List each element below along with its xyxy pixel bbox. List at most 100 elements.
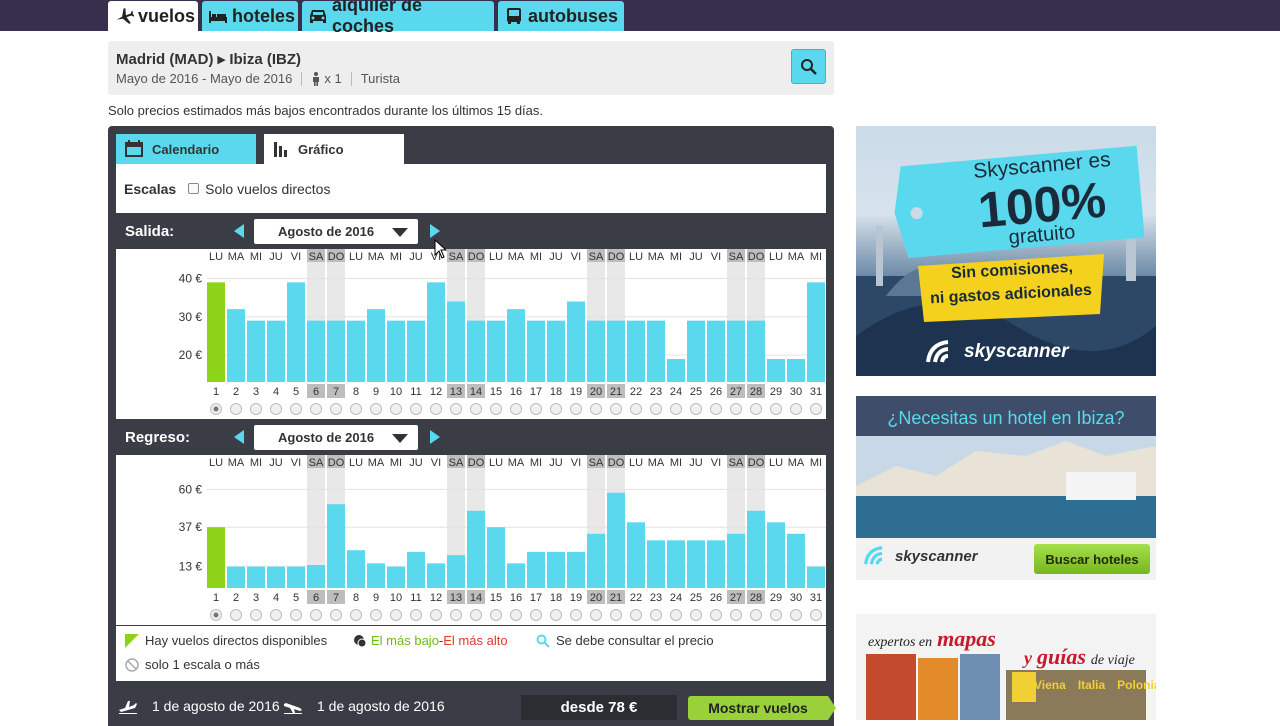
ad-maps-guides[interactable]: expertos en mapas y guías de viaje Viena… bbox=[856, 614, 1156, 720]
search-button[interactable] bbox=[791, 49, 826, 84]
day-radio[interactable] bbox=[790, 609, 802, 621]
regreso-price-bar[interactable] bbox=[787, 533, 805, 588]
salida-month-select[interactable]: Agosto de 2016 bbox=[254, 218, 418, 244]
regreso-price-bar[interactable] bbox=[487, 527, 505, 588]
salida-next-month-icon[interactable] bbox=[430, 224, 440, 238]
salida-price-bar[interactable] bbox=[347, 320, 365, 382]
salida-price-bar[interactable] bbox=[327, 320, 345, 382]
salida-price-bar[interactable] bbox=[607, 320, 625, 382]
day-radio[interactable] bbox=[630, 403, 642, 415]
regreso-price-bar[interactable] bbox=[807, 566, 825, 588]
regreso-price-bar[interactable] bbox=[387, 566, 405, 588]
day-radio[interactable] bbox=[590, 609, 602, 621]
day-radio[interactable] bbox=[330, 403, 342, 415]
tab-vuelos[interactable]: vuelos bbox=[108, 1, 198, 31]
day-radio[interactable] bbox=[710, 609, 722, 621]
regreso-price-bar[interactable] bbox=[367, 563, 385, 588]
salida-price-bar[interactable] bbox=[227, 309, 245, 382]
day-radio[interactable] bbox=[770, 609, 782, 621]
salida-price-bar[interactable] bbox=[267, 320, 285, 382]
salida-price-bar[interactable] bbox=[207, 282, 225, 382]
regreso-price-bar[interactable] bbox=[527, 551, 545, 588]
regreso-price-bar[interactable] bbox=[327, 504, 345, 588]
direct-only-checkbox[interactable] bbox=[188, 183, 200, 194]
day-radio[interactable] bbox=[330, 609, 342, 621]
day-radio[interactable] bbox=[570, 403, 582, 415]
day-radio[interactable] bbox=[670, 609, 682, 621]
salida-price-bar[interactable] bbox=[427, 282, 445, 382]
regreso-price-bar[interactable] bbox=[547, 551, 565, 588]
day-radio[interactable] bbox=[470, 609, 482, 621]
tab-autobuses[interactable]: autobuses bbox=[498, 1, 624, 31]
day-radio[interactable] bbox=[770, 403, 782, 415]
salida-price-bar[interactable] bbox=[367, 309, 385, 382]
day-radio[interactable] bbox=[550, 609, 562, 621]
salida-price-bar[interactable] bbox=[687, 320, 705, 382]
regreso-price-bar[interactable] bbox=[727, 533, 745, 588]
day-radio[interactable] bbox=[290, 403, 302, 415]
salida-price-bar[interactable] bbox=[627, 320, 645, 382]
salida-price-bar[interactable] bbox=[707, 320, 725, 382]
day-radio[interactable] bbox=[530, 609, 542, 621]
salida-price-bar[interactable] bbox=[567, 301, 585, 383]
regreso-price-bar[interactable] bbox=[307, 565, 325, 588]
day-radio[interactable] bbox=[390, 609, 402, 621]
regreso-price-bar[interactable] bbox=[267, 566, 285, 588]
day-radio[interactable] bbox=[430, 609, 442, 621]
day-radio[interactable] bbox=[630, 609, 642, 621]
salida-price-bar[interactable] bbox=[527, 320, 545, 382]
day-radio[interactable] bbox=[610, 403, 622, 415]
regreso-month-select[interactable]: Agosto de 2016 bbox=[254, 424, 418, 450]
salida-price-bar[interactable] bbox=[807, 282, 825, 382]
day-radio[interactable] bbox=[290, 609, 302, 621]
day-radio[interactable] bbox=[350, 609, 362, 621]
salida-price-bar[interactable] bbox=[487, 320, 505, 382]
day-radio[interactable] bbox=[730, 609, 742, 621]
regreso-price-bar[interactable] bbox=[227, 566, 245, 588]
regreso-price-bar[interactable] bbox=[427, 563, 445, 588]
regreso-price-bar[interactable] bbox=[747, 510, 765, 588]
day-radio[interactable] bbox=[610, 609, 622, 621]
salida-price-bar[interactable] bbox=[307, 320, 325, 382]
show-flights-button[interactable]: Mostrar vuelos bbox=[688, 696, 836, 720]
regreso-price-bar[interactable] bbox=[347, 550, 365, 588]
regreso-price-bar[interactable] bbox=[687, 540, 705, 588]
tab-grafico[interactable]: Gráfico bbox=[264, 134, 404, 164]
search-hotels-button[interactable]: Buscar hoteles bbox=[1034, 544, 1150, 574]
day-radio[interactable] bbox=[350, 403, 362, 415]
regreso-price-bar[interactable] bbox=[447, 555, 465, 588]
day-radio[interactable] bbox=[530, 403, 542, 415]
day-radio[interactable] bbox=[510, 609, 522, 621]
day-radio[interactable] bbox=[730, 403, 742, 415]
day-radio[interactable] bbox=[230, 403, 242, 415]
day-radio[interactable] bbox=[310, 403, 322, 415]
day-radio[interactable] bbox=[550, 403, 562, 415]
day-radio[interactable] bbox=[390, 403, 402, 415]
day-radio[interactable] bbox=[590, 403, 602, 415]
day-radio[interactable] bbox=[690, 403, 702, 415]
regreso-price-bar[interactable] bbox=[707, 540, 725, 588]
regreso-price-bar[interactable] bbox=[647, 540, 665, 588]
day-radio[interactable] bbox=[810, 403, 822, 415]
day-radio[interactable] bbox=[570, 609, 582, 621]
regreso-prev-month-icon[interactable] bbox=[234, 430, 244, 444]
regreso-price-bar[interactable] bbox=[587, 533, 605, 588]
day-radio[interactable] bbox=[410, 609, 422, 621]
ad-skyscanner-free[interactable]: Skyscanner es 100% gratuito Sin comision… bbox=[856, 126, 1156, 376]
salida-price-bar[interactable] bbox=[447, 301, 465, 383]
day-radio[interactable] bbox=[370, 609, 382, 621]
day-radio[interactable] bbox=[490, 609, 502, 621]
salida-price-bar[interactable] bbox=[507, 309, 525, 382]
day-radio[interactable] bbox=[810, 609, 822, 621]
day-radio[interactable] bbox=[470, 403, 482, 415]
day-radio[interactable] bbox=[230, 609, 242, 621]
salida-price-bar[interactable] bbox=[767, 359, 785, 382]
day-radio[interactable] bbox=[790, 403, 802, 415]
regreso-price-bar[interactable] bbox=[627, 522, 645, 588]
salida-price-bar[interactable] bbox=[467, 320, 485, 382]
day-radio[interactable] bbox=[450, 609, 462, 621]
regreso-price-bar[interactable] bbox=[467, 510, 485, 588]
salida-price-bar[interactable] bbox=[387, 320, 405, 382]
regreso-price-bar[interactable] bbox=[567, 551, 585, 588]
ad-hotel-ibiza[interactable]: ¿Necesitas un hotel en Ibiza? skyscanner… bbox=[856, 396, 1156, 580]
